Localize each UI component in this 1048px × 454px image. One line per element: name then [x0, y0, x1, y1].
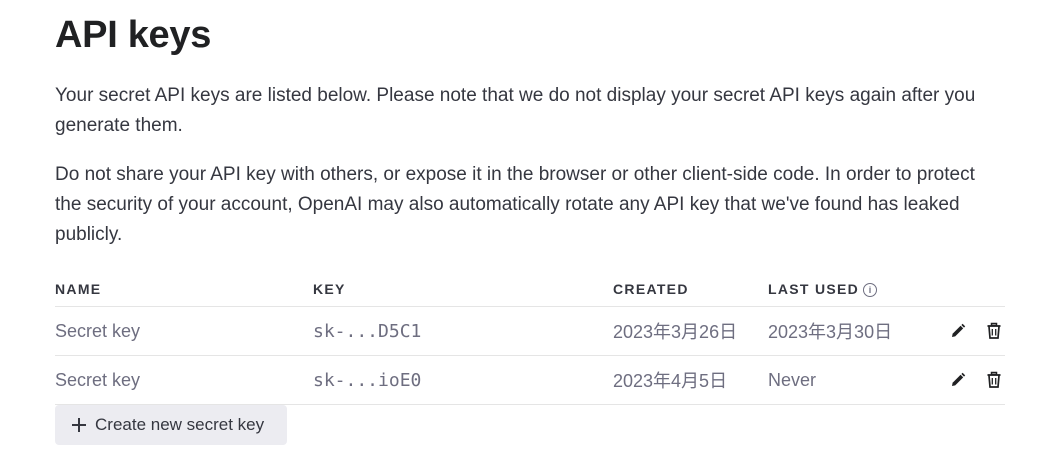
plus-icon — [72, 418, 86, 432]
api-keys-table: NAME KEY CREATED LAST USED i Secret key s… — [55, 272, 1005, 405]
column-header-actions — [915, 272, 1005, 307]
trash-icon[interactable] — [983, 369, 1005, 391]
key-name: Secret key — [55, 355, 313, 405]
table-header-row: NAME KEY CREATED LAST USED i — [55, 272, 1005, 307]
row-actions — [915, 306, 1005, 356]
row-actions — [915, 355, 1005, 405]
info-icon[interactable]: i — [863, 283, 878, 297]
key-created: 2023年4月5日 — [613, 355, 768, 405]
pencil-icon[interactable] — [947, 320, 969, 342]
pencil-icon[interactable] — [947, 369, 969, 391]
trash-icon[interactable] — [983, 320, 1005, 342]
key-value: sk-...ioE0 — [313, 355, 613, 405]
key-last-used: 2023年3月30日 — [768, 306, 915, 356]
warning-text: Do not share your API key with others, o… — [55, 164, 975, 245]
column-header-last-used-label: LAST USED — [768, 281, 860, 297]
create-secret-key-button[interactable]: Create new secret key — [55, 405, 287, 445]
key-value: sk-...D5C1 — [313, 306, 613, 356]
column-header-last-used: LAST USED i — [768, 272, 915, 307]
create-secret-key-label: Create new secret key — [95, 415, 265, 434]
page-title: API keys — [55, 14, 212, 56]
intro-text: Your secret API keys are listed below. P… — [55, 85, 976, 136]
key-created: 2023年3月26日 — [613, 306, 768, 356]
key-name: Secret key — [55, 306, 313, 356]
table-row: Secret key sk-...ioE0 2023年4月5日 Never — [55, 355, 1005, 405]
column-header-name: NAME — [55, 272, 313, 307]
column-header-key: KEY — [313, 272, 613, 307]
key-last-used: Never — [768, 355, 915, 405]
column-header-created: CREATED — [613, 272, 768, 307]
table-row: Secret key sk-...D5C1 2023年3月26日 2023年3月… — [55, 306, 1005, 356]
